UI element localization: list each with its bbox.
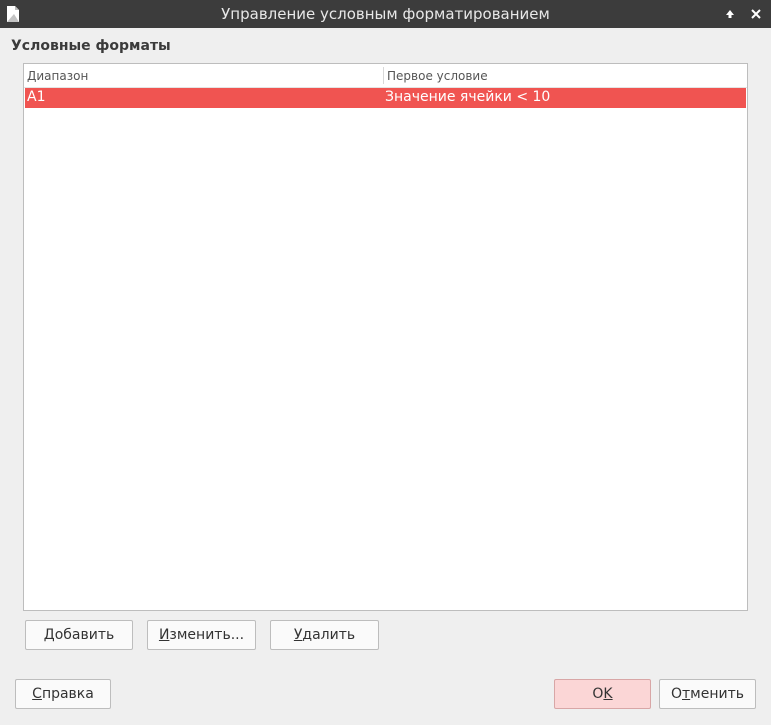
add-button-mnemonic: Д bbox=[43, 627, 55, 643]
ok-button-mnemonic: K bbox=[603, 686, 613, 702]
add-button[interactable]: Добавить bbox=[25, 620, 133, 650]
section-title: Условные форматы bbox=[11, 38, 171, 54]
column-header-condition[interactable]: Первое условие bbox=[387, 69, 488, 83]
edit-button-mnemonic: И bbox=[158, 627, 170, 643]
ok-button-label: O bbox=[592, 686, 604, 702]
close-icon[interactable] bbox=[746, 4, 766, 24]
help-button[interactable]: Справка bbox=[15, 679, 111, 709]
list-header: Диапазон Первое условие bbox=[24, 64, 747, 88]
cancel-button-mnemonic: т bbox=[682, 686, 691, 702]
cancel-button[interactable]: От менить bbox=[659, 679, 756, 709]
help-button-mnemonic: С bbox=[32, 686, 42, 702]
ok-button[interactable]: OK bbox=[554, 679, 651, 709]
conditional-formats-list[interactable]: Диапазон Первое условие A1 Значение ячей… bbox=[23, 63, 748, 611]
delete-button-mnemonic: У bbox=[293, 627, 303, 643]
edit-button[interactable]: Изменить... bbox=[147, 620, 256, 650]
table-row[interactable]: A1 Значение ячейки < 10 bbox=[25, 88, 746, 108]
delete-button[interactable]: Удалить bbox=[270, 620, 379, 650]
edit-button-label: зменить... bbox=[169, 627, 245, 643]
help-button-label: правка bbox=[41, 686, 94, 702]
title-bar[interactable]: Управление условным форматированием bbox=[0, 0, 771, 28]
document-icon bbox=[4, 4, 22, 24]
column-separator[interactable] bbox=[383, 67, 384, 84]
add-button-label: обавить bbox=[54, 627, 115, 643]
column-header-range[interactable]: Диапазон bbox=[27, 69, 88, 83]
row-range: A1 bbox=[27, 89, 46, 105]
cancel-button-label-end: менить bbox=[690, 686, 745, 702]
delete-button-label: далить bbox=[302, 627, 356, 643]
window-title: Управление условным форматированием bbox=[221, 5, 550, 23]
cancel-button-label-start: О bbox=[670, 686, 683, 702]
maximize-icon[interactable] bbox=[720, 4, 740, 24]
row-condition: Значение ячейки < 10 bbox=[385, 89, 551, 105]
